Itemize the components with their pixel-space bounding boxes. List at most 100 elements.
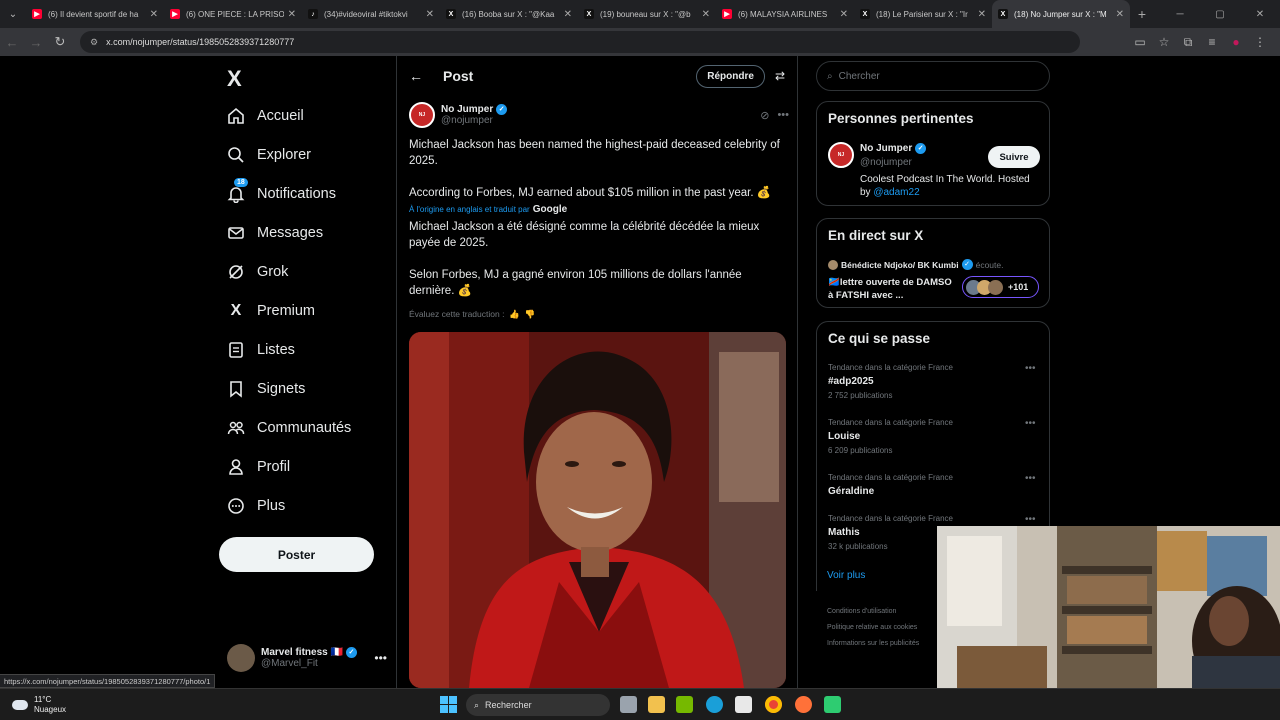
extensions-icon[interactable]: ⧉ bbox=[1176, 35, 1200, 50]
settings-sliders-icon[interactable]: ⇄ bbox=[775, 69, 785, 83]
show-more-link[interactable]: Voir plus bbox=[827, 570, 865, 581]
firefox-icon[interactable] bbox=[795, 696, 812, 713]
live-host[interactable]: Bénédicte Ndjoko/ BK Kumbi ✓ écoute. bbox=[828, 259, 1003, 270]
weather-widget[interactable]: 11°C Nuageux bbox=[12, 695, 66, 715]
nav-item-accueil[interactable]: Accueil bbox=[227, 101, 304, 131]
nav-item-explorer[interactable]: Explorer bbox=[227, 140, 311, 170]
browser-tab-active[interactable]: X (18) No Jumper sur X : "M ✕ bbox=[992, 0, 1130, 28]
site-info-icon[interactable]: ⚙ bbox=[90, 37, 98, 48]
temperature: 11°C bbox=[34, 695, 52, 704]
footer-link[interactable]: Politique relative aux cookies bbox=[827, 624, 917, 631]
trend-name[interactable]: Géraldine bbox=[828, 486, 874, 497]
nav-item-grok[interactable]: Grok bbox=[227, 257, 288, 287]
store-icon[interactable] bbox=[735, 696, 752, 713]
close-tab-icon[interactable]: ✕ bbox=[978, 9, 986, 20]
reading-list-icon[interactable]: ≡ bbox=[1200, 35, 1224, 50]
search-input[interactable]: ⌕ Chercher bbox=[816, 61, 1050, 91]
list-icon bbox=[227, 341, 245, 359]
trend-name[interactable]: #adp2025 bbox=[828, 376, 874, 387]
close-tab-icon[interactable]: ✕ bbox=[426, 9, 434, 20]
space-listeners[interactable]: +101 bbox=[962, 276, 1039, 298]
browser-tab[interactable]: ▶ (6) MALAYSIA AIRLINES ✕ bbox=[716, 0, 854, 28]
reply-button[interactable]: Répondre bbox=[696, 64, 765, 88]
author-name[interactable]: No Jumper ✓ bbox=[441, 104, 508, 115]
profile-icon[interactable]: ● bbox=[1224, 35, 1248, 50]
browser-tab[interactable]: ♪ (34)#videoviral #tiktokvi ✕ bbox=[302, 0, 440, 28]
browser-tab[interactable]: X (18) Le Parisien sur X : "Ir ✕ bbox=[854, 0, 992, 28]
reload-icon[interactable]: ↻ bbox=[48, 34, 72, 50]
back-icon[interactable]: ← bbox=[0, 35, 24, 50]
follow-button[interactable]: Suivre bbox=[988, 146, 1040, 168]
more-icon[interactable]: ••• bbox=[1025, 514, 1036, 525]
new-tab-icon[interactable]: + bbox=[1130, 6, 1154, 22]
url-field[interactable]: ⚙ x.com/nojumper/status/1985052839371280… bbox=[80, 31, 1080, 53]
close-tab-icon[interactable]: ✕ bbox=[288, 9, 296, 20]
author-handle[interactable]: @nojumper bbox=[441, 115, 507, 126]
post-text-translated-1: Michael Jackson a été désigné comme la c… bbox=[409, 221, 760, 249]
more-icon[interactable]: ••• bbox=[1025, 473, 1036, 484]
bookmark-star-icon[interactable]: ☆ bbox=[1152, 35, 1176, 50]
more-icon[interactable]: ••• bbox=[1025, 418, 1036, 429]
browser-tab[interactable]: ▶ (6) ONE PIECE : LA PRISO ✕ bbox=[164, 0, 302, 28]
avatar[interactable]: NJ bbox=[409, 102, 435, 128]
account-switcher[interactable]: Marvel fitness 🇫🇷 ✓ @Marvel_Fit ••• bbox=[227, 642, 387, 674]
back-arrow-icon[interactable]: ← bbox=[409, 68, 423, 84]
nav-label: Grok bbox=[257, 264, 289, 280]
close-tab-icon[interactable]: ✕ bbox=[564, 9, 572, 20]
thumbs-up-icon[interactable]: 👍 bbox=[507, 309, 520, 319]
close-window-icon[interactable]: ✕ bbox=[1240, 9, 1280, 20]
close-tab-icon[interactable]: ✕ bbox=[1116, 9, 1124, 20]
nav-item-messages[interactable]: Messages bbox=[227, 218, 323, 248]
thumbs-down-icon[interactable]: 👎 bbox=[522, 309, 536, 319]
minimize-icon[interactable]: ─ bbox=[1160, 9, 1200, 20]
nav-item-plus[interactable]: Plus bbox=[227, 491, 285, 521]
nav-item-premium[interactable]: X Premium bbox=[227, 296, 315, 326]
browser-tab[interactable]: X (19) bouneau sur X : "@b ✕ bbox=[578, 0, 716, 28]
tab-title: (16) Booba sur X : "@Kaa bbox=[462, 9, 555, 19]
chrome-icon[interactable] bbox=[765, 696, 782, 713]
trend-category: Tendance dans la catégorie France bbox=[828, 418, 953, 427]
footer-link[interactable]: Informations sur les publicités bbox=[827, 640, 919, 647]
maximize-icon[interactable]: ▢ bbox=[1200, 9, 1240, 20]
translation-note[interactable]: À l'origine en anglais et traduit par Go… bbox=[409, 204, 567, 215]
post-photo[interactable] bbox=[409, 332, 786, 688]
close-tab-icon[interactable]: ✕ bbox=[840, 9, 848, 20]
bio-link[interactable]: @adam22 bbox=[873, 187, 919, 198]
footer-link[interactable]: Conditions d'utilisation bbox=[827, 608, 896, 615]
nav-item-notifications[interactable]: 18 Notifications bbox=[227, 178, 336, 209]
nav-item-communautes[interactable]: Communautés bbox=[227, 413, 351, 443]
space-title[interactable]: 🇨🇩lettre ouverte de DAMSO à FATSHI avec … bbox=[828, 276, 958, 302]
task-view-icon[interactable] bbox=[620, 696, 637, 713]
nav-item-listes[interactable]: Listes bbox=[227, 335, 295, 365]
cast-icon[interactable]: ▭ bbox=[1128, 35, 1152, 50]
nvidia-icon[interactable] bbox=[676, 696, 693, 713]
close-tab-icon[interactable]: ✕ bbox=[150, 9, 158, 20]
taskbar-search[interactable]: ⌕ Rechercher bbox=[466, 694, 610, 716]
forward-icon[interactable]: → bbox=[24, 35, 48, 50]
nav-item-signets[interactable]: Signets bbox=[227, 374, 305, 404]
trend-name[interactable]: Louise bbox=[828, 431, 860, 442]
youtube-icon: ▶ bbox=[32, 9, 42, 19]
x-logo-icon[interactable]: X bbox=[227, 66, 242, 92]
nav-item-profil[interactable]: Profil bbox=[227, 452, 290, 482]
trend-name[interactable]: Mathis bbox=[828, 527, 860, 538]
more-icon[interactable]: ••• bbox=[374, 651, 387, 665]
tab-title: (6) Il devient sportif de ha bbox=[48, 9, 139, 19]
file-explorer-icon[interactable] bbox=[648, 696, 665, 713]
rate-translation: Évaluez cette traduction : 👍 👎 bbox=[409, 309, 536, 319]
browser-tab[interactable]: X (16) Booba sur X : "@Kaa ✕ bbox=[440, 0, 578, 28]
close-tab-icon[interactable]: ✕ bbox=[702, 9, 710, 20]
windows-start-icon[interactable] bbox=[440, 696, 457, 713]
post-button[interactable]: Poster bbox=[219, 537, 374, 572]
more-icon[interactable]: ••• bbox=[777, 109, 789, 122]
avatar[interactable]: NJ bbox=[828, 142, 854, 168]
edge-icon[interactable] bbox=[706, 696, 723, 713]
more-icon[interactable]: ••• bbox=[1025, 363, 1036, 374]
relevant-name[interactable]: No Jumper ✓ bbox=[860, 143, 927, 154]
menu-icon[interactable]: ⋮ bbox=[1248, 35, 1272, 50]
grok-icon[interactable]: ⊘ bbox=[760, 109, 769, 122]
tab-search-icon[interactable]: ⌄ bbox=[0, 0, 26, 28]
app-icon[interactable] bbox=[824, 696, 841, 713]
tiktok-icon: ♪ bbox=[308, 9, 318, 19]
browser-tab[interactable]: ▶ (6) Il devient sportif de ha ✕ bbox=[26, 0, 164, 28]
